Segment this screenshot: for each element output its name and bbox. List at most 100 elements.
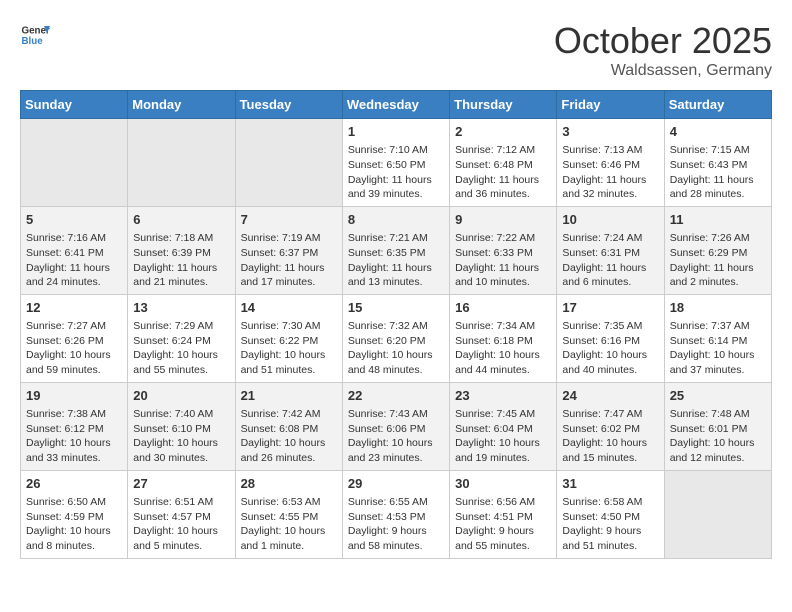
- calendar-week-row: 12Sunrise: 7:27 AMSunset: 6:26 PMDayligh…: [21, 294, 772, 382]
- table-row: 29Sunrise: 6:55 AMSunset: 4:53 PMDayligh…: [342, 470, 449, 558]
- day-info: Sunset: 6:43 PM: [670, 158, 766, 173]
- day-number: 30: [455, 475, 551, 493]
- day-number: 9: [455, 211, 551, 229]
- table-row: 14Sunrise: 7:30 AMSunset: 6:22 PMDayligh…: [235, 294, 342, 382]
- table-row: 31Sunrise: 6:58 AMSunset: 4:50 PMDayligh…: [557, 470, 664, 558]
- day-info: Sunset: 6:14 PM: [670, 334, 766, 349]
- table-row: 28Sunrise: 6:53 AMSunset: 4:55 PMDayligh…: [235, 470, 342, 558]
- col-friday: Friday: [557, 91, 664, 119]
- day-number: 19: [26, 387, 122, 405]
- day-number: 5: [26, 211, 122, 229]
- day-number: 20: [133, 387, 229, 405]
- col-wednesday: Wednesday: [342, 91, 449, 119]
- day-number: 28: [241, 475, 337, 493]
- col-sunday: Sunday: [21, 91, 128, 119]
- day-info: Sunrise: 7:10 AM: [348, 143, 444, 158]
- day-info: Sunset: 6:02 PM: [562, 422, 658, 437]
- day-info: Sunrise: 7:32 AM: [348, 319, 444, 334]
- day-info: Daylight: 10 hours and 8 minutes.: [26, 524, 122, 553]
- logo: General Blue: [20, 20, 50, 50]
- day-info: Daylight: 10 hours and 44 minutes.: [455, 348, 551, 377]
- day-info: Daylight: 10 hours and 26 minutes.: [241, 436, 337, 465]
- day-info: Daylight: 10 hours and 40 minutes.: [562, 348, 658, 377]
- table-row: [235, 119, 342, 207]
- day-info: Sunset: 4:51 PM: [455, 510, 551, 525]
- table-row: 25Sunrise: 7:48 AMSunset: 6:01 PMDayligh…: [664, 382, 771, 470]
- day-info: Daylight: 9 hours and 55 minutes.: [455, 524, 551, 553]
- day-info: Sunrise: 7:35 AM: [562, 319, 658, 334]
- day-info: Sunset: 4:59 PM: [26, 510, 122, 525]
- day-info: Daylight: 11 hours and 28 minutes.: [670, 173, 766, 202]
- calendar-week-row: 19Sunrise: 7:38 AMSunset: 6:12 PMDayligh…: [21, 382, 772, 470]
- day-number: 7: [241, 211, 337, 229]
- day-info: Sunrise: 7:27 AM: [26, 319, 122, 334]
- day-info: Sunset: 6:37 PM: [241, 246, 337, 261]
- day-info: Sunset: 6:33 PM: [455, 246, 551, 261]
- table-row: 15Sunrise: 7:32 AMSunset: 6:20 PMDayligh…: [342, 294, 449, 382]
- day-info: Sunset: 4:50 PM: [562, 510, 658, 525]
- day-info: Sunrise: 7:48 AM: [670, 407, 766, 422]
- day-info: Sunset: 6:48 PM: [455, 158, 551, 173]
- table-row: 5Sunrise: 7:16 AMSunset: 6:41 PMDaylight…: [21, 206, 128, 294]
- calendar-table: Sunday Monday Tuesday Wednesday Thursday…: [20, 90, 772, 559]
- calendar-week-row: 26Sunrise: 6:50 AMSunset: 4:59 PMDayligh…: [21, 470, 772, 558]
- day-info: Sunset: 6:08 PM: [241, 422, 337, 437]
- day-number: 31: [562, 475, 658, 493]
- day-info: Sunrise: 7:37 AM: [670, 319, 766, 334]
- day-info: Sunset: 4:53 PM: [348, 510, 444, 525]
- table-row: 27Sunrise: 6:51 AMSunset: 4:57 PMDayligh…: [128, 470, 235, 558]
- col-saturday: Saturday: [664, 91, 771, 119]
- day-info: Sunrise: 6:55 AM: [348, 495, 444, 510]
- day-info: Daylight: 11 hours and 13 minutes.: [348, 261, 444, 290]
- day-info: Sunrise: 7:21 AM: [348, 231, 444, 246]
- table-row: 7 Sunrise: 7:19 AMSunset: 6:37 PMDaylight…: [235, 206, 342, 294]
- day-info: Sunrise: 7:30 AM: [241, 319, 337, 334]
- table-row: [664, 470, 771, 558]
- table-row: 10Sunrise: 7:24 AMSunset: 6:31 PMDayligh…: [557, 206, 664, 294]
- day-number: 3: [562, 123, 658, 141]
- table-row: 20Sunrise: 7:40 AMSunset: 6:10 PMDayligh…: [128, 382, 235, 470]
- day-info: Sunrise: 7:42 AM: [241, 407, 337, 422]
- page-header: General Blue October 2025 Waldsassen, Ge…: [20, 20, 772, 80]
- day-number: 4: [670, 123, 766, 141]
- day-info: Daylight: 11 hours and 10 minutes.: [455, 261, 551, 290]
- day-info: Daylight: 10 hours and 1 minute.: [241, 524, 337, 553]
- location: Waldsassen, Germany: [554, 62, 772, 80]
- calendar-week-row: 5Sunrise: 7:16 AMSunset: 6:41 PMDaylight…: [21, 206, 772, 294]
- table-row: 4Sunrise: 7:15 AMSunset: 6:43 PMDaylight…: [664, 119, 771, 207]
- day-number: 27: [133, 475, 229, 493]
- day-info: Sunset: 6:04 PM: [455, 422, 551, 437]
- day-info: Daylight: 11 hours and 17 minutes.: [241, 261, 337, 290]
- day-info: Daylight: 10 hours and 30 minutes.: [133, 436, 229, 465]
- day-info: Daylight: 10 hours and 5 minutes.: [133, 524, 229, 553]
- calendar-header-row: Sunday Monday Tuesday Wednesday Thursday…: [21, 91, 772, 119]
- day-info: Daylight: 10 hours and 12 minutes.: [670, 436, 766, 465]
- day-info: Daylight: 10 hours and 51 minutes.: [241, 348, 337, 377]
- day-info: Daylight: 11 hours and 24 minutes.: [26, 261, 122, 290]
- day-info: Sunrise: 7:13 AM: [562, 143, 658, 158]
- day-info: Daylight: 11 hours and 39 minutes.: [348, 173, 444, 202]
- day-info: Sunset: 6:46 PM: [562, 158, 658, 173]
- day-info: Daylight: 10 hours and 55 minutes.: [133, 348, 229, 377]
- day-info: Daylight: 11 hours and 2 minutes.: [670, 261, 766, 290]
- day-number: 6: [133, 211, 229, 229]
- table-row: 21Sunrise: 7:42 AMSunset: 6:08 PMDayligh…: [235, 382, 342, 470]
- day-number: 24: [562, 387, 658, 405]
- svg-text:Blue: Blue: [22, 36, 44, 47]
- day-info: Sunset: 4:55 PM: [241, 510, 337, 525]
- day-number: 25: [670, 387, 766, 405]
- day-info: Daylight: 10 hours and 19 minutes.: [455, 436, 551, 465]
- day-info: Sunset: 6:16 PM: [562, 334, 658, 349]
- day-info: Sunset: 6:39 PM: [133, 246, 229, 261]
- day-info: Sunrise: 7:40 AM: [133, 407, 229, 422]
- day-info: Sunset: 6:50 PM: [348, 158, 444, 173]
- day-info: Sunset: 6:22 PM: [241, 334, 337, 349]
- table-row: 19Sunrise: 7:38 AMSunset: 6:12 PMDayligh…: [21, 382, 128, 470]
- day-info: Daylight: 11 hours and 32 minutes.: [562, 173, 658, 202]
- day-info: Daylight: 10 hours and 59 minutes.: [26, 348, 122, 377]
- day-info: Sunrise: 7:45 AM: [455, 407, 551, 422]
- day-info: Sunrise: 6:58 AM: [562, 495, 658, 510]
- day-info: Sunrise: 7:19 AM: [241, 231, 337, 246]
- table-row: 16Sunrise: 7:34 AMSunset: 6:18 PMDayligh…: [450, 294, 557, 382]
- table-row: 23Sunrise: 7:45 AMSunset: 6:04 PMDayligh…: [450, 382, 557, 470]
